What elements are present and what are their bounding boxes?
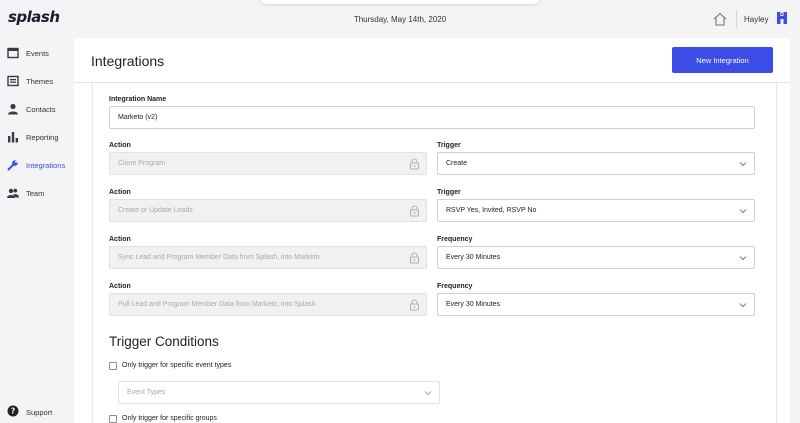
hotel-brand-icon[interactable]	[774, 10, 790, 26]
action-field-clone-program: Clone Program	[109, 152, 427, 175]
sidebar-item-events[interactable]: Events	[0, 44, 74, 64]
action-field-sync-lead: Sync Lead and Program Member Data from S…	[109, 246, 427, 269]
frequency-select-sync[interactable]: Every 30 Minutes	[437, 246, 755, 269]
integration-name-input[interactable]: Marketo (v2)	[109, 106, 755, 129]
chevron-down-icon	[424, 391, 432, 396]
new-integration-button[interactable]: New Integration	[672, 47, 773, 73]
groups-checkbox[interactable]	[109, 415, 117, 423]
chevron-down-icon	[739, 256, 747, 261]
top-bar: splash Thursday, May 14th, 2020 Hayley	[0, 0, 800, 38]
action-label: Action	[109, 283, 131, 290]
chevron-down-icon	[739, 209, 747, 214]
wrench-icon	[7, 160, 18, 171]
sidebar-item-team[interactable]: Team	[0, 184, 74, 204]
person-icon	[8, 103, 18, 115]
theme-icon	[7, 75, 19, 87]
sidebar-item-contacts[interactable]: Contacts	[0, 100, 74, 120]
sidebar: Events Themes Contacts Reporting Integra…	[0, 38, 74, 423]
event-types-checkbox-label: Only trigger for specific event types	[122, 362, 232, 369]
svg-text:?: ?	[11, 407, 15, 416]
chevron-down-icon	[739, 303, 747, 308]
event-types-checkbox-row[interactable]: Only trigger for specific event types	[109, 361, 309, 373]
action-value: Create or Update Leads	[118, 207, 193, 214]
trigger-label: Trigger	[437, 189, 461, 196]
groups-checkbox-label: Only trigger for specific groups	[122, 415, 217, 422]
team-icon	[7, 188, 19, 198]
action-value: Clone Program	[118, 160, 166, 167]
trigger-value: RSVP Yes, Invited, RSVP No	[446, 207, 537, 214]
top-notch	[258, 0, 542, 4]
sidebar-item-label: Contacts	[26, 105, 56, 114]
support-label: Support	[26, 408, 53, 417]
sidebar-item-label: Themes	[26, 77, 54, 86]
action-label: Action	[109, 236, 131, 243]
help-icon: ?	[7, 405, 19, 417]
lock-icon	[409, 158, 420, 170]
trigger-select-rsvp[interactable]: RSVP Yes, Invited, RSVP No	[437, 199, 755, 222]
trigger-select-create[interactable]: Create	[437, 152, 755, 175]
frequency-value: Every 30 Minutes	[446, 301, 501, 308]
event-types-checkbox[interactable]	[109, 362, 117, 370]
sidebar-item-integrations[interactable]: Integrations	[0, 156, 74, 176]
groups-checkbox-row[interactable]: Only trigger for specific groups	[109, 414, 309, 423]
bar-chart-icon	[8, 132, 18, 143]
frequency-value: Every 30 Minutes	[446, 254, 501, 261]
page-title: Integrations	[91, 53, 165, 69]
sidebar-item-label: Team	[26, 189, 45, 198]
event-types-select[interactable]: Event Types	[118, 381, 440, 404]
header-date: Thursday, May 14th, 2020	[353, 15, 447, 24]
lock-icon	[409, 252, 420, 264]
event-types-placeholder: Event Types	[127, 389, 166, 396]
user-name[interactable]: Hayley	[744, 15, 768, 24]
calendar-icon	[7, 47, 19, 59]
lock-icon	[409, 299, 420, 311]
frequency-label: Frequency	[437, 236, 473, 243]
action-field-create-update-leads: Create or Update Leads	[109, 199, 427, 222]
action-field-pull-lead: Pull Lead and Program Member Data from M…	[109, 293, 427, 316]
sidebar-item-label: Integrations	[26, 161, 66, 170]
frequency-select-pull[interactable]: Every 30 Minutes	[437, 293, 755, 316]
header-separator	[736, 10, 737, 28]
lock-icon	[409, 205, 420, 217]
integration-name-value: Marketo (v2)	[118, 114, 158, 121]
trigger-value: Create	[446, 160, 468, 167]
sidebar-item-label: Events	[26, 49, 49, 58]
support-link[interactable]: ? Support	[0, 402, 74, 422]
action-label: Action	[109, 189, 131, 196]
sidebar-item-label: Reporting	[26, 133, 59, 142]
sidebar-item-reporting[interactable]: Reporting	[0, 128, 74, 148]
sidebar-item-themes[interactable]: Themes	[0, 72, 74, 92]
action-value: Sync Lead and Program Member Data from S…	[118, 254, 320, 261]
integration-name-label: Integration Name	[109, 96, 167, 103]
trigger-label: Trigger	[437, 142, 461, 149]
home-icon[interactable]	[712, 11, 728, 27]
frequency-label: Frequency	[437, 283, 473, 290]
trigger-conditions-title: Trigger Conditions	[109, 334, 219, 349]
action-label: Action	[109, 142, 131, 149]
action-value: Pull Lead and Program Member Data from M…	[118, 301, 316, 308]
chevron-down-icon	[739, 162, 747, 167]
